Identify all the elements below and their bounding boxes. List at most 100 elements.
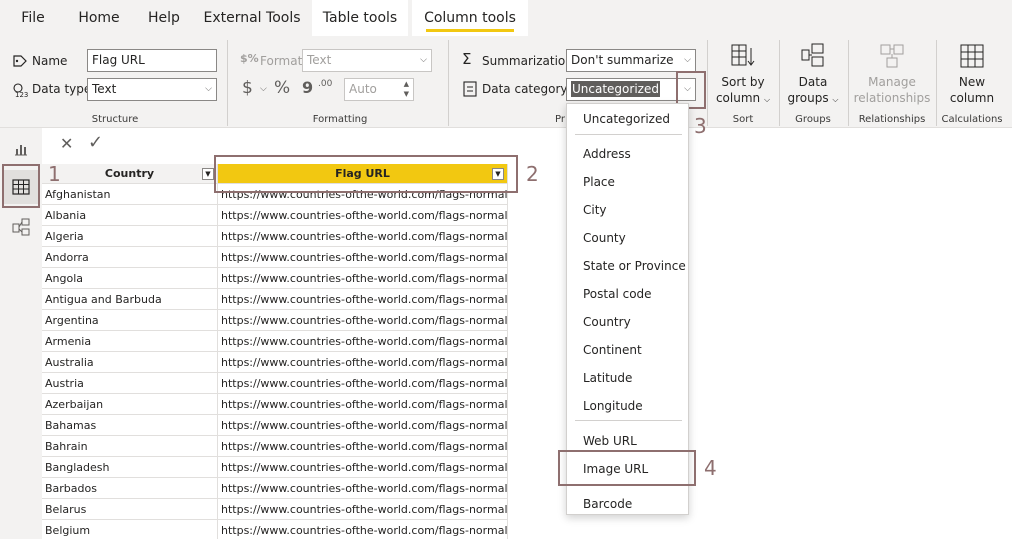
menu-item-web-url[interactable]: Web URL: [583, 434, 637, 448]
table-cell-flag-url[interactable]: https://www.countries-ofthe-world.com/fl…: [218, 205, 508, 226]
table-cell-flag-url[interactable]: https://www.countries-ofthe-world.com/fl…: [218, 520, 508, 539]
name-input-value: Flag URL: [92, 53, 145, 67]
report-view-button[interactable]: [4, 132, 38, 166]
table-cell-country[interactable]: Algeria: [42, 226, 218, 247]
table-cell-flag-url[interactable]: https://www.countries-ofthe-world.com/fl…: [218, 457, 508, 478]
table-cell-country[interactable]: Barbados: [42, 478, 218, 499]
menu-item-latitude[interactable]: Latitude: [583, 371, 632, 385]
menu-item-address[interactable]: Address: [583, 147, 631, 161]
menu-item-postal-code[interactable]: Postal code: [583, 287, 652, 301]
table-cell-country[interactable]: Albania: [42, 205, 218, 226]
manage-relationships-button[interactable]: Manage relationships: [852, 42, 932, 106]
tab-label: Table tools: [322, 10, 398, 26]
table-cell-flag-url[interactable]: https://www.countries-ofthe-world.com/fl…: [218, 310, 508, 331]
groups-button-line2: groups ⌵: [784, 90, 842, 108]
active-tab-underline: [426, 29, 514, 32]
tab-table-tools[interactable]: Table tools: [312, 0, 408, 36]
tab-label: External Tools: [203, 10, 301, 26]
divider: [707, 40, 708, 126]
table-cell-flag-url[interactable]: https://www.countries-ofthe-world.com/fl…: [218, 499, 508, 520]
data-type-select[interactable]: Text ⌵: [87, 78, 217, 101]
name-input[interactable]: Flag URL: [87, 49, 217, 72]
tab-home[interactable]: Home: [68, 0, 130, 36]
decimal-places-input[interactable]: Auto ▲ ▼: [344, 78, 414, 101]
tab-file[interactable]: File: [8, 0, 58, 36]
table-cell-flag-url[interactable]: https://www.countries-ofthe-world.com/fl…: [218, 394, 508, 415]
table-cell-flag-url[interactable]: https://www.countries-ofthe-world.com/fl…: [218, 331, 508, 352]
table-cell-country[interactable]: Australia: [42, 352, 218, 373]
menu-divider: [575, 420, 682, 421]
table-cell-flag-url[interactable]: https://www.countries-ofthe-world.com/fl…: [218, 226, 508, 247]
model-icon: [12, 218, 30, 236]
table-cell-country[interactable]: Bangladesh: [42, 457, 218, 478]
percent-button[interactable]: %: [274, 78, 290, 98]
cancel-edit-button[interactable]: ✕: [60, 134, 73, 153]
table-cell-flag-url[interactable]: https://www.countries-ofthe-world.com/fl…: [218, 268, 508, 289]
menu-item-country[interactable]: Country: [583, 315, 631, 329]
format-value: Text: [307, 53, 332, 67]
menu-item-uncategorized[interactable]: Uncategorized: [583, 112, 670, 126]
sort-by-column-button[interactable]: Sort by column ⌵: [715, 42, 771, 108]
data-category-icon: [463, 81, 477, 100]
table-cell-country[interactable]: Armenia: [42, 331, 218, 352]
table-cell-country[interactable]: Argentina: [42, 310, 218, 331]
chevron-down-icon: ⌵: [205, 84, 212, 94]
sort-group-label: Sort: [732, 114, 754, 125]
menu-item-barcode[interactable]: Barcode: [583, 497, 632, 511]
menu-item-place[interactable]: Place: [583, 175, 615, 189]
table-cell-flag-url[interactable]: https://www.countries-ofthe-world.com/fl…: [218, 373, 508, 394]
data-type-icon: 123: [12, 82, 30, 101]
decimals-button[interactable]: .00: [318, 80, 332, 89]
menu-divider: [575, 134, 682, 135]
table-cell-flag-url[interactable]: https://www.countries-ofthe-world.com/fl…: [218, 415, 508, 436]
table-cell-flag-url[interactable]: https://www.countries-ofthe-world.com/fl…: [218, 289, 508, 310]
table-cell-country[interactable]: Andorra: [42, 247, 218, 268]
tab-external-tools[interactable]: External Tools: [198, 0, 306, 36]
menu-item-county[interactable]: County: [583, 231, 626, 245]
menu-item-longitude[interactable]: Longitude: [583, 399, 643, 413]
data-type-value: Text: [92, 82, 117, 96]
format-select[interactable]: Text ⌵: [302, 49, 432, 72]
model-view-button[interactable]: [4, 210, 38, 244]
table-cell-country[interactable]: Antigua and Barbuda: [42, 289, 218, 310]
tab-column-tools[interactable]: Column tools: [412, 0, 528, 36]
groups-button-line1: Data: [798, 75, 828, 89]
relationships-button-line1: Manage: [868, 75, 916, 89]
table-cell-country[interactable]: Belarus: [42, 499, 218, 520]
currency-button[interactable]: $: [242, 78, 253, 98]
comma-button[interactable]: 9: [302, 78, 313, 97]
menu-item-city[interactable]: City: [583, 203, 607, 217]
annotation-box-2: [214, 155, 518, 193]
summarization-select[interactable]: Don't summarize ⌵: [566, 49, 696, 72]
table-cell-country[interactable]: Austria: [42, 373, 218, 394]
column-header-country[interactable]: Country ▼: [42, 164, 218, 184]
table-cell-country[interactable]: Angola: [42, 268, 218, 289]
annotation-number-4: 4: [704, 456, 717, 480]
table-cell-country[interactable]: Belgium: [42, 520, 218, 539]
sort-button-text: column: [715, 91, 761, 105]
table-cell-flag-url[interactable]: https://www.countries-ofthe-world.com/fl…: [218, 436, 508, 457]
new-column-button[interactable]: New column: [940, 42, 1004, 106]
name-label: Name: [32, 54, 68, 68]
format-icon: $%: [240, 52, 259, 65]
tab-help[interactable]: Help: [136, 0, 192, 36]
commit-edit-button[interactable]: ✓: [88, 132, 103, 153]
table-cell-country[interactable]: Azerbaijan: [42, 394, 218, 415]
table-cell-country[interactable]: Afghanistan: [42, 184, 218, 205]
sort-button-line2: column ⌵: [715, 90, 771, 108]
menu-item-continent[interactable]: Continent: [583, 343, 642, 357]
table-cell-flag-url[interactable]: https://www.countries-ofthe-world.com/fl…: [218, 478, 508, 499]
annotation-number-3: 3: [694, 114, 707, 138]
table-cell-flag-url[interactable]: https://www.countries-ofthe-world.com/fl…: [218, 247, 508, 268]
relationships-group-label: Relationships: [858, 114, 926, 125]
relationships-icon: [880, 44, 904, 68]
data-groups-button[interactable]: Data groups ⌵: [784, 42, 842, 108]
table-cell-country[interactable]: Bahamas: [42, 415, 218, 436]
table-cell-flag-url[interactable]: https://www.countries-ofthe-world.com/fl…: [218, 352, 508, 373]
decimal-places-value: Auto: [349, 82, 377, 96]
menu-item-state-or-province[interactable]: State or Province: [583, 259, 686, 273]
filter-dropdown-icon[interactable]: ▼: [202, 168, 214, 180]
table-cell-country[interactable]: Bahrain: [42, 436, 218, 457]
annotation-number-1: 1: [48, 162, 61, 186]
annotation-box-1: [2, 164, 40, 208]
